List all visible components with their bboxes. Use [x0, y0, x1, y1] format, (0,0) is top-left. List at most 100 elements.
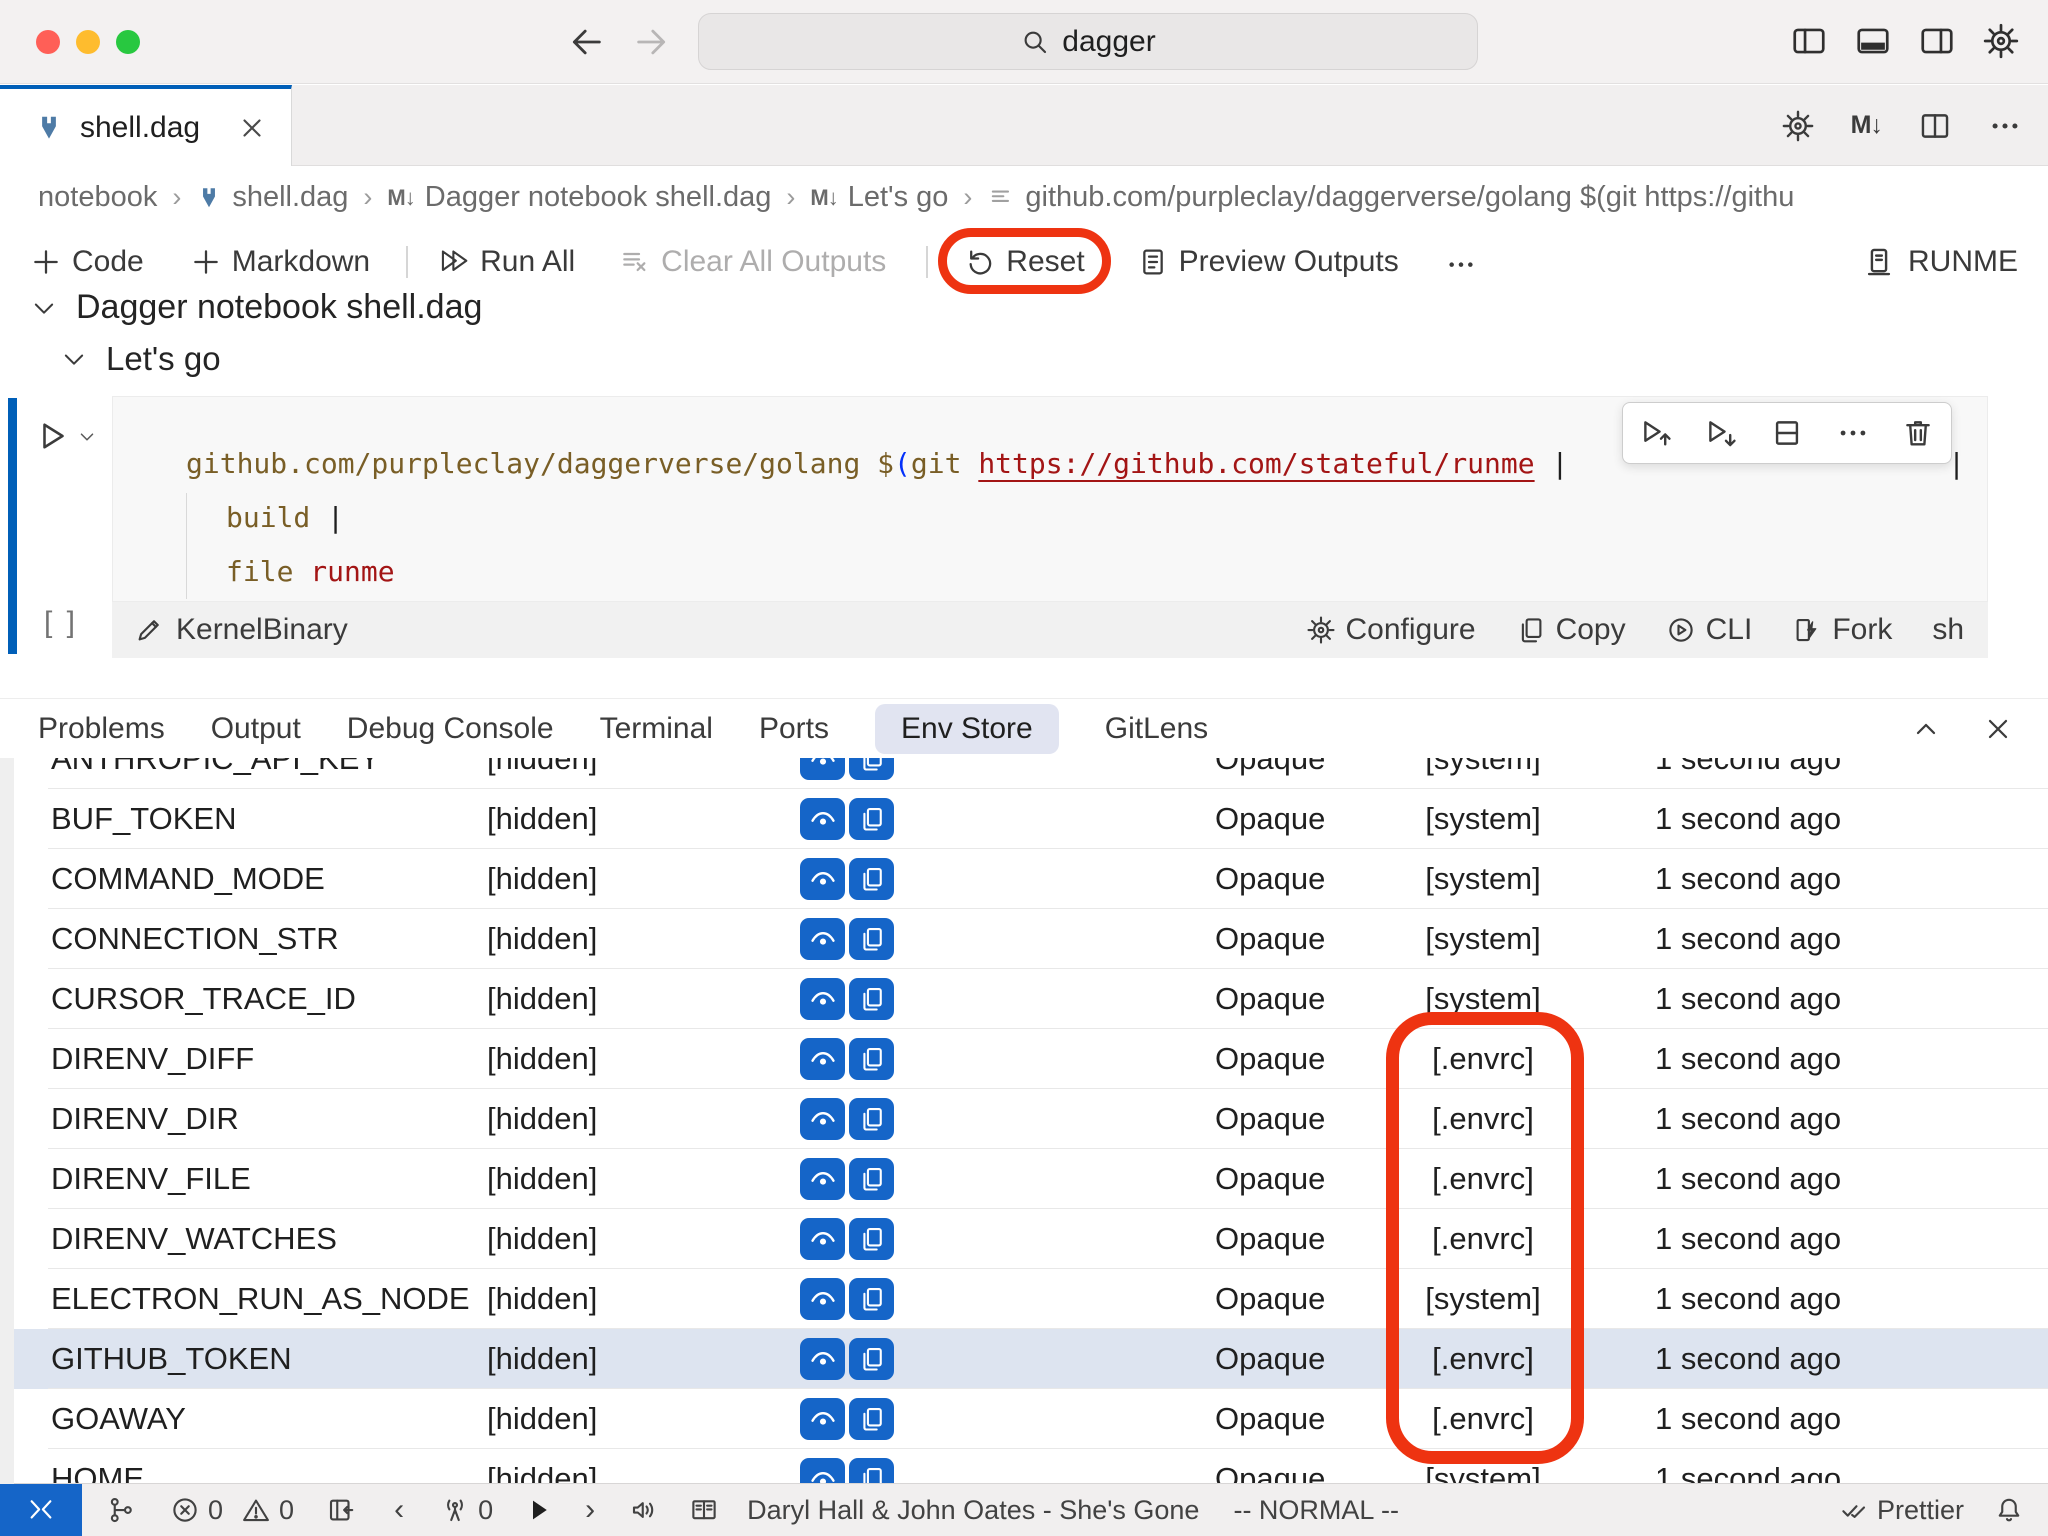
panel-tab-terminal[interactable]: Terminal	[600, 704, 713, 754]
copy-value-button[interactable]	[849, 1278, 894, 1320]
panel-tab-gitlens[interactable]: GitLens	[1105, 704, 1208, 754]
fork-button[interactable]: Fork	[1792, 613, 1892, 647]
chevron-down-icon[interactable]	[30, 294, 58, 322]
env-table-row[interactable]: CONNECTION_STR [hidden] Opaque [system] …	[0, 909, 2048, 969]
breadcrumb-item[interactable]: shell.dag	[196, 181, 348, 214]
copy-button[interactable]: Copy	[1516, 613, 1626, 647]
cell-more-icon[interactable]	[1836, 416, 1870, 450]
run-options-chevron-icon[interactable]	[76, 426, 98, 448]
book-icon[interactable]	[689, 1495, 719, 1525]
bell-icon[interactable]	[1994, 1495, 2024, 1525]
delete-cell-icon[interactable]	[1901, 416, 1935, 450]
reveal-value-button[interactable]	[800, 918, 845, 960]
reset-button[interactable]: Reset	[964, 245, 1084, 279]
copy-value-button[interactable]	[849, 978, 894, 1020]
tab-shell-dag[interactable]: shell.dag	[0, 85, 292, 166]
now-playing[interactable]: Daryl Hall & John Oates - She's Gone	[747, 1495, 1199, 1526]
split-editor-icon[interactable]	[1918, 109, 1952, 143]
env-table-row[interactable]: DIRENV_DIR [hidden] Opaque [.envrc] 1 se…	[0, 1089, 2048, 1149]
problems-warnings[interactable]: 0	[241, 1495, 294, 1526]
minimize-window-button[interactable]	[76, 30, 100, 54]
reveal-value-button[interactable]	[800, 1338, 845, 1380]
env-table-row[interactable]: ELECTRON_RUN_AS_NODE [hidden] Opaque [sy…	[0, 1269, 2048, 1329]
env-table-row[interactable]: DIRENV_FILE [hidden] Opaque [.envrc] 1 s…	[0, 1149, 2048, 1209]
execute-below-icon[interactable]	[1704, 416, 1738, 450]
configure-button[interactable]: Configure	[1306, 613, 1476, 647]
chevron-left-icon[interactable]: ‹	[394, 1493, 404, 1527]
breadcrumb-item[interactable]: M↓Let's go	[810, 181, 948, 214]
add-markdown-button[interactable]: Markdown	[190, 245, 370, 279]
reveal-value-button[interactable]	[800, 1218, 845, 1260]
layout-sidebar-left-icon[interactable]	[1790, 22, 1828, 60]
reveal-value-button[interactable]	[800, 798, 845, 840]
reveal-value-button[interactable]	[800, 1278, 845, 1320]
panel-focus-icon[interactable]	[326, 1495, 356, 1525]
markdown-preview-icon[interactable]: M↓	[1851, 111, 1882, 140]
env-table-row[interactable]: COMMAND_MODE [hidden] Opaque [system] 1 …	[0, 849, 2048, 909]
problems-errors[interactable]: 0	[170, 1495, 223, 1526]
reveal-value-button[interactable]	[800, 978, 845, 1020]
copy-value-button[interactable]	[849, 1158, 894, 1200]
breadcrumb-item[interactable]: M↓Dagger notebook shell.dag	[387, 181, 771, 214]
reveal-value-button[interactable]	[800, 758, 845, 780]
env-table-row[interactable]: GOAWAY [hidden] Opaque [.envrc] 1 second…	[0, 1389, 2048, 1449]
run-cell-icon[interactable]	[34, 418, 70, 454]
source-control-graph-icon[interactable]	[106, 1495, 136, 1525]
command-center-search[interactable]: dagger	[698, 13, 1478, 70]
add-code-button[interactable]: Code	[30, 245, 144, 279]
back-icon[interactable]	[566, 22, 606, 62]
execute-above-icon[interactable]	[1639, 416, 1673, 450]
toolbar-more-icon[interactable]	[1445, 246, 1477, 278]
vim-mode[interactable]: -- NORMAL --	[1233, 1495, 1398, 1526]
reveal-value-button[interactable]	[800, 1398, 845, 1440]
reveal-value-button[interactable]	[800, 1458, 845, 1484]
copy-value-button[interactable]	[849, 758, 894, 780]
cli-button[interactable]: CLI	[1666, 613, 1753, 647]
copy-value-button[interactable]	[849, 1398, 894, 1440]
reveal-value-button[interactable]	[800, 1038, 845, 1080]
zoom-window-button[interactable]	[116, 30, 140, 54]
env-table-row[interactable]: HOME [hidden] Opaque [system] 1 second a…	[0, 1449, 2048, 1484]
play-status-icon[interactable]	[523, 1495, 553, 1525]
remote-indicator[interactable]	[0, 1484, 82, 1536]
reveal-value-button[interactable]	[800, 1098, 845, 1140]
runme-button[interactable]: RUNME	[1862, 245, 2018, 279]
code-token[interactable]: https://github.com/stateful/runme	[978, 447, 1534, 480]
copy-value-button[interactable]	[849, 1038, 894, 1080]
copy-value-button[interactable]	[849, 798, 894, 840]
env-table-row[interactable]: ANTHROPIC_API_KEY [hidden] Opaque [syste…	[0, 758, 2048, 789]
layout-panel-icon[interactable]	[1854, 22, 1892, 60]
preview-outputs-button[interactable]: Preview Outputs	[1137, 245, 1399, 279]
more-actions-icon[interactable]	[1988, 109, 2022, 143]
breadcrumb-item[interactable]: github.com/purpleclay/daggerverse/golang…	[987, 181, 1794, 214]
copy-value-button[interactable]	[849, 858, 894, 900]
reveal-value-button[interactable]	[800, 858, 845, 900]
run-all-button[interactable]: Run All	[438, 245, 575, 279]
env-table-row[interactable]: DIRENV_WATCHES [hidden] Opaque [.envrc] …	[0, 1209, 2048, 1269]
chevron-right-icon[interactable]: ›	[585, 1493, 595, 1527]
radio-tower-status[interactable]: 0	[440, 1495, 493, 1526]
close-window-button[interactable]	[36, 30, 60, 54]
panel-tab-output[interactable]: Output	[211, 704, 301, 754]
env-table-row[interactable]: CURSOR_TRACE_ID [hidden] Opaque [system]…	[0, 969, 2048, 1029]
env-table-row[interactable]: BUF_TOKEN [hidden] Opaque [system] 1 sec…	[0, 789, 2048, 849]
env-table-row[interactable]: GITHUB_TOKEN [hidden] Opaque [.envrc] 1 …	[0, 1329, 2048, 1389]
maximize-panel-icon[interactable]	[1910, 713, 1942, 745]
copy-value-button[interactable]	[849, 1338, 894, 1380]
chevron-down-icon[interactable]	[60, 345, 88, 373]
copy-value-button[interactable]	[849, 1218, 894, 1260]
split-cell-icon[interactable]	[1770, 416, 1804, 450]
panel-tab-debug-console[interactable]: Debug Console	[347, 704, 554, 754]
tab-close-icon[interactable]	[237, 113, 267, 143]
cell-language-label[interactable]: sh	[1932, 613, 1964, 647]
panel-tab-problems[interactable]: Problems	[38, 704, 165, 754]
copy-value-button[interactable]	[849, 1458, 894, 1484]
editor-gear-icon[interactable]	[1781, 109, 1815, 143]
close-panel-icon[interactable]	[1982, 713, 2014, 745]
speaker-icon[interactable]	[629, 1495, 659, 1525]
breadcrumb-item[interactable]: notebook	[38, 181, 157, 214]
layout-sidebar-right-icon[interactable]	[1918, 22, 1956, 60]
reveal-value-button[interactable]	[800, 1158, 845, 1200]
kernel-selector[interactable]: KernelBinary	[134, 613, 348, 647]
copy-value-button[interactable]	[849, 918, 894, 960]
